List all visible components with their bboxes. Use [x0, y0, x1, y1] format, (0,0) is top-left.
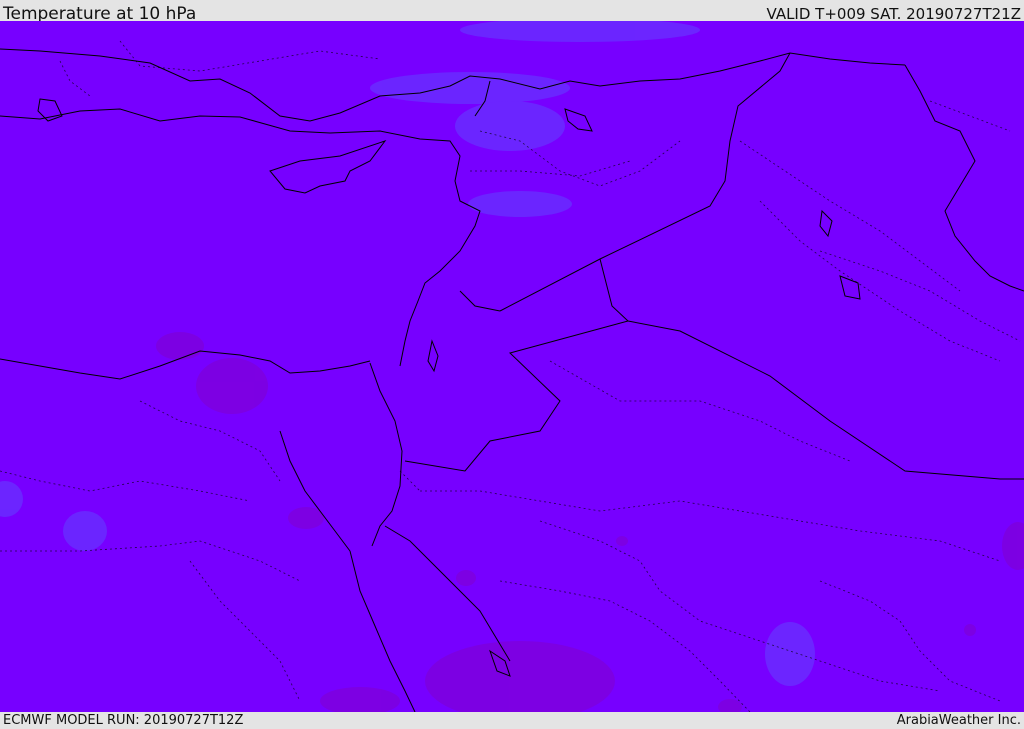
warm-patch — [456, 570, 476, 586]
map-canvas — [0, 21, 1024, 712]
cool-patch — [455, 101, 565, 151]
header-bar: Temperature at 10 hPa VALID T+009 SAT. 2… — [0, 0, 1024, 24]
cool-patch — [370, 72, 570, 104]
warm-patch — [156, 332, 204, 360]
credit-label: ArabiaWeather Inc. — [896, 713, 1021, 728]
warm-patch — [964, 624, 976, 636]
cool-patch — [63, 511, 107, 551]
warm-patch — [288, 507, 324, 529]
cool-patch — [765, 622, 815, 686]
footer-bar: ECMWF MODEL RUN: 20190727T12Z ArabiaWeat… — [0, 712, 1024, 729]
model-run-label: ECMWF MODEL RUN: 20190727T12Z — [3, 713, 244, 728]
cool-patch — [468, 191, 572, 217]
warm-patch — [196, 358, 268, 414]
weather-map[interactable] — [0, 21, 1024, 712]
warm-patch — [616, 536, 628, 546]
